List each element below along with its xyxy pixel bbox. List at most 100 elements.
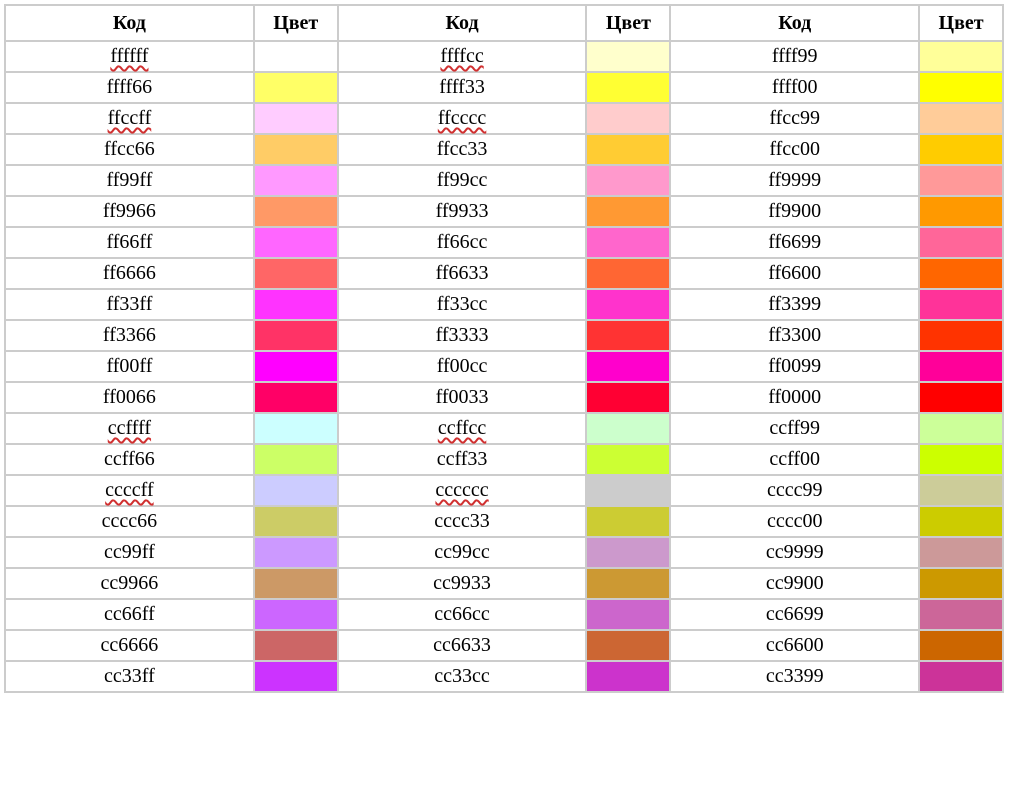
code-text: ff6600: [768, 262, 821, 284]
header-code-1: Код: [6, 6, 253, 40]
table-row: ff3366ff3333ff3300: [6, 321, 1002, 350]
code-cell: cc6699: [671, 600, 918, 629]
color-swatch: [255, 507, 337, 536]
color-swatch: [920, 104, 1002, 133]
table-row: cc6666 cc6633 cc6600: [6, 631, 1002, 660]
code-cell: ccffff: [6, 414, 253, 443]
table-row: ffffffffffccffff99: [6, 42, 1002, 71]
color-swatch: [920, 662, 1002, 691]
code-text: ccff66: [104, 448, 155, 470]
color-swatch: [587, 631, 669, 660]
code-cell: ff33ff: [6, 290, 253, 319]
code-cell: ff6600: [671, 259, 918, 288]
code-text: ff0000: [768, 386, 821, 408]
code-cell: cccccc: [339, 476, 586, 505]
code-cell: ff9900: [671, 197, 918, 226]
table-row: ffccffffccccffcc99: [6, 104, 1002, 133]
header-color-1: Цвет: [255, 6, 337, 40]
code-cell: ffffff: [6, 42, 253, 71]
code-cell: cc99cc: [339, 538, 586, 567]
code-text: ff3399: [768, 293, 821, 315]
code-text: ffcc00: [769, 138, 820, 160]
code-cell: ccff00: [671, 445, 918, 474]
color-swatch: [920, 414, 1002, 443]
code-cell: ff00ff: [6, 352, 253, 381]
code-cell: cccc00: [671, 507, 918, 536]
code-cell: ff9999: [671, 166, 918, 195]
table-row: ff99ffff99ccff9999: [6, 166, 1002, 195]
code-text: cc66ff: [104, 603, 155, 625]
code-cell: ff3333: [339, 321, 586, 350]
code-text: ccccff: [105, 479, 153, 501]
color-swatch: [255, 259, 337, 288]
color-swatch: [255, 73, 337, 102]
color-swatch: [920, 42, 1002, 71]
color-swatch: [255, 476, 337, 505]
code-text: ff0066: [103, 386, 156, 408]
code-text: ff33cc: [437, 293, 488, 315]
code-cell: cc33cc: [339, 662, 586, 691]
code-cell: ffff33: [339, 73, 586, 102]
code-cell: ccff33: [339, 445, 586, 474]
table-row: ff00ffff00ccff0099: [6, 352, 1002, 381]
header-color-2: Цвет: [587, 6, 669, 40]
color-swatch: [587, 321, 669, 350]
code-text: ffccff: [108, 107, 152, 129]
code-cell: ff9966: [6, 197, 253, 226]
color-swatch: [255, 383, 337, 412]
color-swatch: [587, 259, 669, 288]
code-text: ff99cc: [437, 169, 488, 191]
color-swatch: [255, 104, 337, 133]
color-swatch: [920, 445, 1002, 474]
color-swatch: [587, 290, 669, 319]
code-text: ff0033: [436, 386, 489, 408]
color-swatch: [920, 290, 1002, 319]
color-swatch: [255, 662, 337, 691]
color-swatch: [920, 476, 1002, 505]
code-text: ff00ff: [106, 355, 152, 377]
code-text: ff3333: [436, 324, 489, 346]
code-text: cc3399: [766, 665, 824, 687]
table-row: ffff66ffff33ffff00: [6, 73, 1002, 102]
table-row: ff9966ff9933ff9900: [6, 197, 1002, 226]
code-text: cc9966: [101, 572, 159, 594]
color-swatch: [255, 569, 337, 598]
code-text: cccc00: [767, 510, 823, 532]
code-text: cccc33: [434, 510, 490, 532]
code-text: cc6666: [101, 634, 159, 656]
code-text: ffff66: [107, 76, 153, 98]
code-cell: cc9966: [6, 569, 253, 598]
table-body: ffffffffffccffff99ffff66ffff33ffff00ffcc…: [6, 42, 1002, 691]
color-swatch: [587, 414, 669, 443]
header-code-2: Код: [339, 6, 586, 40]
code-text: cc33ff: [104, 665, 155, 687]
color-swatch: [920, 321, 1002, 350]
code-text: cc6633: [433, 634, 491, 656]
code-cell: cc99ff: [6, 538, 253, 567]
code-text: ffcc66: [104, 138, 155, 160]
table-row: ff66ffff66ccff6699: [6, 228, 1002, 257]
code-cell: cccc33: [339, 507, 586, 536]
code-text: cc99ff: [104, 541, 155, 563]
color-swatch: [587, 197, 669, 226]
code-cell: ff3399: [671, 290, 918, 319]
table-row: cc9966cc9933cc9900: [6, 569, 1002, 598]
color-swatch: [587, 135, 669, 164]
color-swatch: [920, 538, 1002, 567]
color-swatch: [587, 476, 669, 505]
color-swatch: [587, 73, 669, 102]
table-row: ff0066 ff0033 ff0000: [6, 383, 1002, 412]
table-row: cc33ff cc33cc cc3399: [6, 662, 1002, 691]
code-cell: cc6600: [671, 631, 918, 660]
code-text: ff6633: [436, 262, 489, 284]
code-cell: cc66cc: [339, 600, 586, 629]
code-text: ff3366: [103, 324, 156, 346]
color-swatch: [920, 383, 1002, 412]
table-row: cccc66cccc33cccc00: [6, 507, 1002, 536]
table-row: ccff66 ccff33 ccff00: [6, 445, 1002, 474]
table-row: ccffffccffccccff99: [6, 414, 1002, 443]
color-swatch: [920, 197, 1002, 226]
color-swatch: [255, 197, 337, 226]
color-swatch: [920, 228, 1002, 257]
code-text: cc9999: [766, 541, 824, 563]
